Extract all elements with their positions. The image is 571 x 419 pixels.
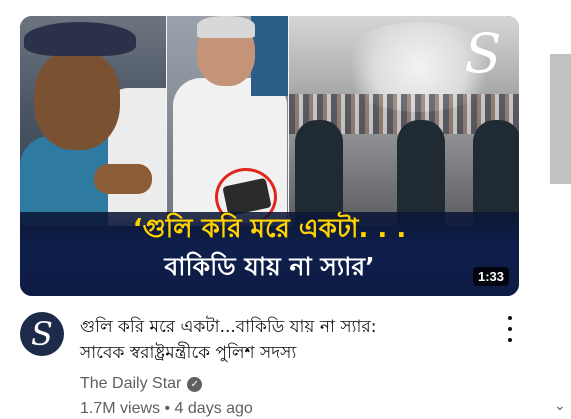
- thumbnail-headline-line1: ‘গুলি করি মরে একটা. . .: [132, 214, 407, 244]
- video-metadata: 1.7M views • 4 days ago: [80, 400, 253, 418]
- officer-cap: [24, 22, 136, 56]
- thumbnail-panel-minister: [167, 16, 288, 226]
- upload-age: 4 days ago: [174, 400, 253, 417]
- avatar-letter: S: [31, 315, 53, 353]
- video-title-line2: সাবেক স্বরাষ্ট্রমন্ত্রীকে পুলিশ সদস্য: [80, 343, 297, 363]
- police-background: [251, 16, 288, 96]
- more-options-button[interactable]: [500, 316, 520, 342]
- minister-hair: [197, 16, 255, 38]
- thumbnail-panel-street: S: [289, 16, 519, 226]
- officer-face: [34, 50, 120, 150]
- menu-dot: [508, 316, 512, 320]
- chevron-down-icon[interactable]: ⌄: [554, 398, 566, 414]
- scrollbar-thumb[interactable]: [550, 54, 571, 184]
- menu-dot: [508, 338, 512, 342]
- video-title[interactable]: গুলি করি মরে একটা...বাকিডি যায় না স্যার…: [80, 314, 460, 366]
- daily-star-logo: S: [464, 22, 502, 85]
- channel-avatar[interactable]: S: [20, 312, 64, 356]
- video-title-line1: গুলি করি মরে একটা...বাকিডি যায় না স্যার…: [80, 317, 377, 337]
- thumbnail-panel-officer: [20, 16, 166, 226]
- video-thumbnail[interactable]: S ‘গুলি করি মরে একটা. . . বাকিডি যায় না…: [20, 16, 519, 296]
- meta-separator: •: [164, 400, 171, 417]
- riot-police: [397, 120, 445, 226]
- channel-name: The Daily Star: [80, 375, 182, 392]
- officer-hand: [94, 164, 152, 194]
- duration-badge: 1:33: [472, 267, 509, 286]
- riot-police: [295, 120, 343, 226]
- check-circle-icon: ✓: [187, 376, 203, 392]
- thumbnail-headline-line2: বাকিডি যায় না স্যার’: [164, 252, 375, 281]
- riot-police: [473, 120, 519, 226]
- view-count: 1.7M views: [80, 400, 161, 417]
- channel-name-link[interactable]: The Daily Star ✓: [80, 375, 203, 393]
- menu-dot: [508, 327, 512, 331]
